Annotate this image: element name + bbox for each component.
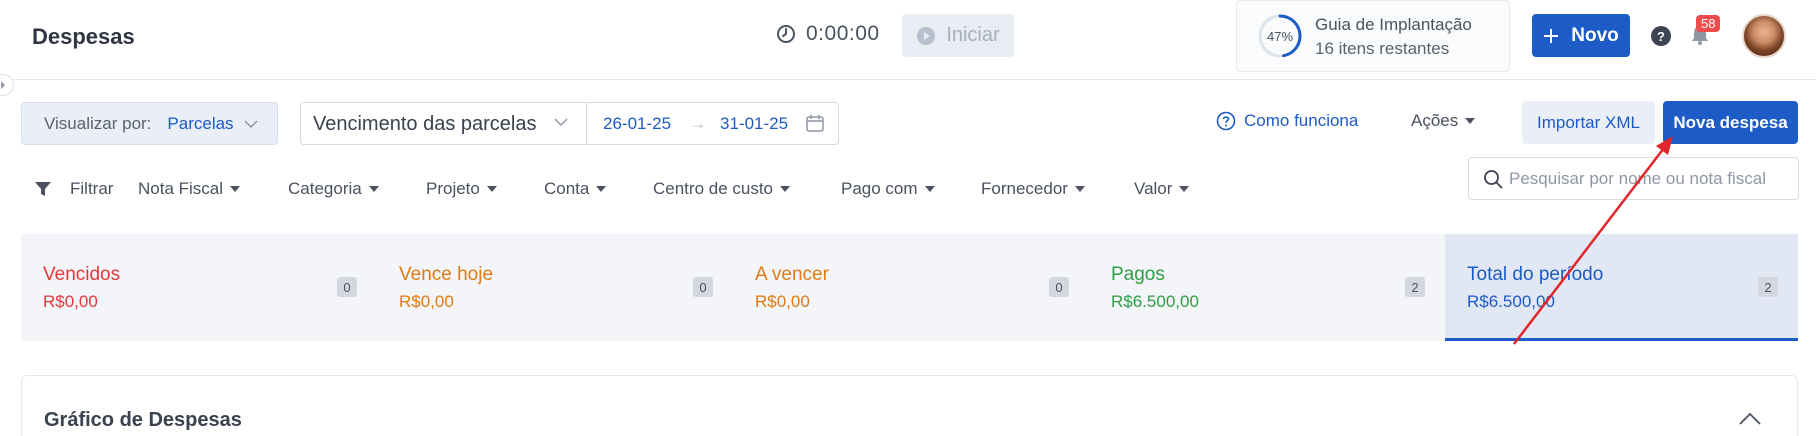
search-input[interactable] — [1509, 166, 1793, 192]
guide-subtitle: 16 itens restantes — [1315, 39, 1450, 58]
search-box — [1468, 157, 1799, 200]
question-circle-icon — [1216, 111, 1236, 131]
card-value: R$6.500,00 — [1111, 292, 1199, 311]
summary-card-vencidos[interactable]: Vencidos R$0,00 0 — [21, 234, 377, 341]
card-label: A vencer — [755, 264, 829, 285]
caret-down-icon — [1465, 118, 1476, 124]
caret-down-icon — [924, 186, 935, 192]
filter-valor[interactable]: Valor — [1134, 179, 1190, 199]
card-label: Total do período — [1467, 264, 1604, 285]
summary-card-a-vencer[interactable]: A vencer R$0,00 0 — [733, 234, 1089, 341]
card-value: R$6.500,00 — [1467, 292, 1555, 311]
date-filter: Vencimento das parcelas 26-01-25 → 31-01… — [300, 102, 839, 145]
timer-value: 0:00:00 — [806, 22, 880, 45]
how-it-works-link[interactable]: Como funciona — [1216, 111, 1358, 131]
filter-item-label: Valor — [1134, 179, 1173, 198]
filter-centro-de-custo[interactable]: Centro de custo — [653, 179, 791, 199]
help-icon[interactable]: ? — [1651, 26, 1671, 46]
chevron-up-icon[interactable] — [1739, 412, 1761, 426]
chevron-right-icon — [1, 81, 5, 89]
plus-icon — [1544, 28, 1559, 43]
actions-label: Ações — [1411, 111, 1459, 130]
caret-down-icon — [368, 186, 379, 192]
card-count-badge: 0 — [693, 277, 713, 297]
guide-percent: 47% — [1266, 28, 1294, 44]
filter-icon[interactable] — [34, 180, 52, 198]
guide-title: Guia de Implantação — [1315, 15, 1472, 34]
caret-down-icon — [1074, 186, 1085, 192]
clock-icon — [777, 25, 795, 43]
chevron-down-icon — [244, 119, 258, 128]
notification-badge: 58 — [1696, 15, 1721, 32]
card-count-badge: 0 — [337, 277, 357, 297]
arrow-right-icon: → — [689, 114, 706, 133]
filter-pago-com[interactable]: Pago com — [841, 179, 936, 199]
new-button-label: Novo — [1571, 24, 1619, 46]
filter-item-label: Conta — [544, 179, 590, 198]
date-type-select[interactable]: Vencimento das parcelas — [313, 113, 536, 136]
filter-item-label: Pago com — [841, 179, 918, 198]
caret-down-icon — [1179, 186, 1190, 192]
caret-down-icon — [780, 186, 791, 192]
chevron-down-icon — [554, 118, 568, 127]
card-label: Vencidos — [43, 264, 121, 285]
new-expense-button[interactable]: Nova despesa — [1663, 101, 1798, 144]
how-it-works-label: Como funciona — [1244, 111, 1359, 130]
filter-projeto[interactable]: Projeto — [426, 179, 498, 199]
card-count-badge: 2 — [1405, 277, 1425, 297]
card-count-badge: 0 — [1049, 277, 1069, 297]
card-value: R$0,00 — [755, 292, 810, 311]
filter-categoria[interactable]: Categoria — [288, 179, 380, 199]
play-icon — [917, 26, 936, 45]
start-timer-label: Iniciar — [946, 24, 1000, 46]
search-icon — [1484, 170, 1503, 189]
calendar-icon[interactable] — [805, 113, 825, 133]
divider — [586, 103, 587, 144]
summary-card-total[interactable]: Total do período R$6.500,00 2 — [1445, 234, 1798, 341]
filter-item-label: Fornecedor — [981, 179, 1068, 198]
top-header: Despesas 0:00:00 Iniciar 47% Guia de Imp… — [0, 0, 1816, 80]
date-from-input[interactable]: 26-01-25 — [603, 114, 671, 134]
timer: 0:00:00 — [776, 22, 880, 46]
chart-panel-title: Gráfico de Despesas — [44, 409, 242, 431]
card-label: Pagos — [1111, 264, 1165, 285]
avatar[interactable] — [1742, 14, 1786, 58]
page-title: Despesas — [32, 24, 135, 49]
caret-down-icon — [486, 186, 497, 192]
summary-card-vence-hoje[interactable]: Vence hoje R$0,00 0 — [377, 234, 733, 341]
filter-fornecedor[interactable]: Fornecedor — [981, 179, 1086, 199]
actions-menu[interactable]: Ações — [1411, 111, 1476, 131]
filter-item-label: Categoria — [288, 179, 362, 198]
card-label: Vence hoje — [399, 264, 494, 285]
expenses-chart-panel: Gráfico de Despesas — [21, 375, 1798, 436]
summary-card-pagos[interactable]: Pagos R$6.500,00 2 — [1089, 234, 1445, 341]
caret-down-icon — [230, 186, 241, 192]
filter-item-label: Nota Fiscal — [138, 179, 224, 198]
view-by-select[interactable]: Visualizar por: Parcelas — [21, 102, 278, 145]
card-value: R$0,00 — [43, 292, 98, 311]
view-by-label: Visualizar por: — [44, 113, 152, 133]
filter-item-label: Projeto — [426, 179, 480, 198]
date-to-input[interactable]: 31-01-25 — [720, 114, 788, 134]
start-timer-button[interactable]: Iniciar — [902, 14, 1014, 57]
view-by-value: Parcelas — [167, 113, 234, 133]
card-count-badge: 2 — [1758, 277, 1778, 297]
filter-item-label: Centro de custo — [653, 179, 774, 198]
onboarding-guide[interactable]: 47% Guia de Implantação 16 itens restant… — [1236, 0, 1510, 72]
filter-conta[interactable]: Conta — [544, 179, 607, 199]
filter-nota-fiscal[interactable]: Nota Fiscal — [138, 179, 241, 199]
import-xml-button[interactable]: Importar XML — [1522, 101, 1655, 144]
new-button[interactable]: Novo — [1532, 14, 1630, 57]
filter-label[interactable]: Filtrar — [70, 179, 113, 199]
caret-down-icon — [596, 186, 607, 192]
card-value: R$0,00 — [399, 292, 454, 311]
summary-cards: Vencidos R$0,00 0 Vence hoje R$0,00 0 A … — [21, 234, 1798, 341]
